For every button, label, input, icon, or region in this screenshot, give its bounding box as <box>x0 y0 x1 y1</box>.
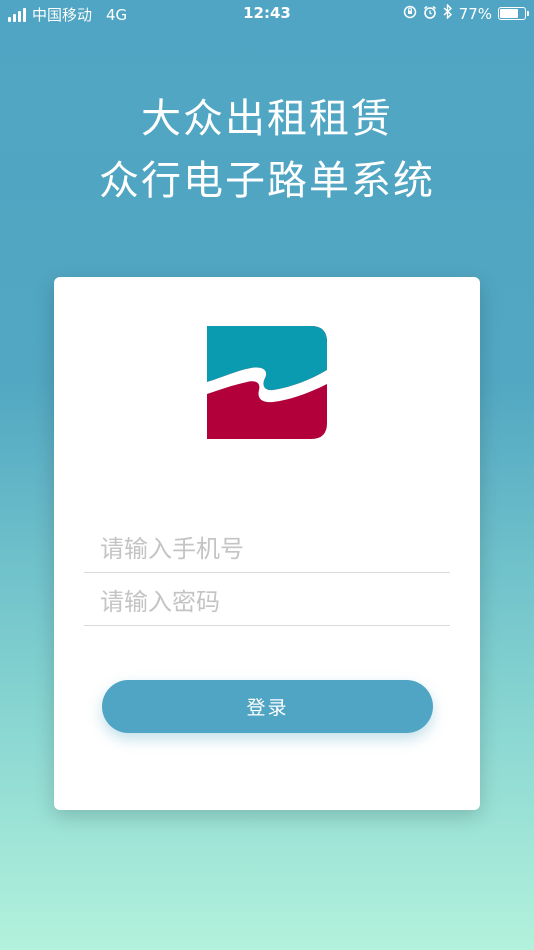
company-logo <box>207 326 327 439</box>
battery-icon <box>498 7 529 20</box>
phone-input[interactable] <box>98 530 442 568</box>
title-line-1: 大众出租租赁 <box>141 96 393 142</box>
login-button[interactable]: 登录 <box>102 680 433 733</box>
rotation-lock-icon <box>403 5 417 23</box>
battery-fill <box>500 9 519 18</box>
app-title: 大众出租租赁 众行电子路单系统 <box>0 88 534 212</box>
title-line-2: 众行电子路单系统 <box>99 158 435 204</box>
password-input[interactable] <box>98 583 442 621</box>
bluetooth-icon <box>443 3 453 23</box>
battery-percent: 77% <box>458 4 492 23</box>
phone-field <box>84 524 450 573</box>
login-card: 登录 <box>54 277 480 810</box>
status-bar: 中国移动 4G 12:43 77% <box>0 0 534 28</box>
alarm-icon <box>423 5 437 23</box>
password-field <box>84 577 450 626</box>
status-right: 77% <box>403 3 529 23</box>
